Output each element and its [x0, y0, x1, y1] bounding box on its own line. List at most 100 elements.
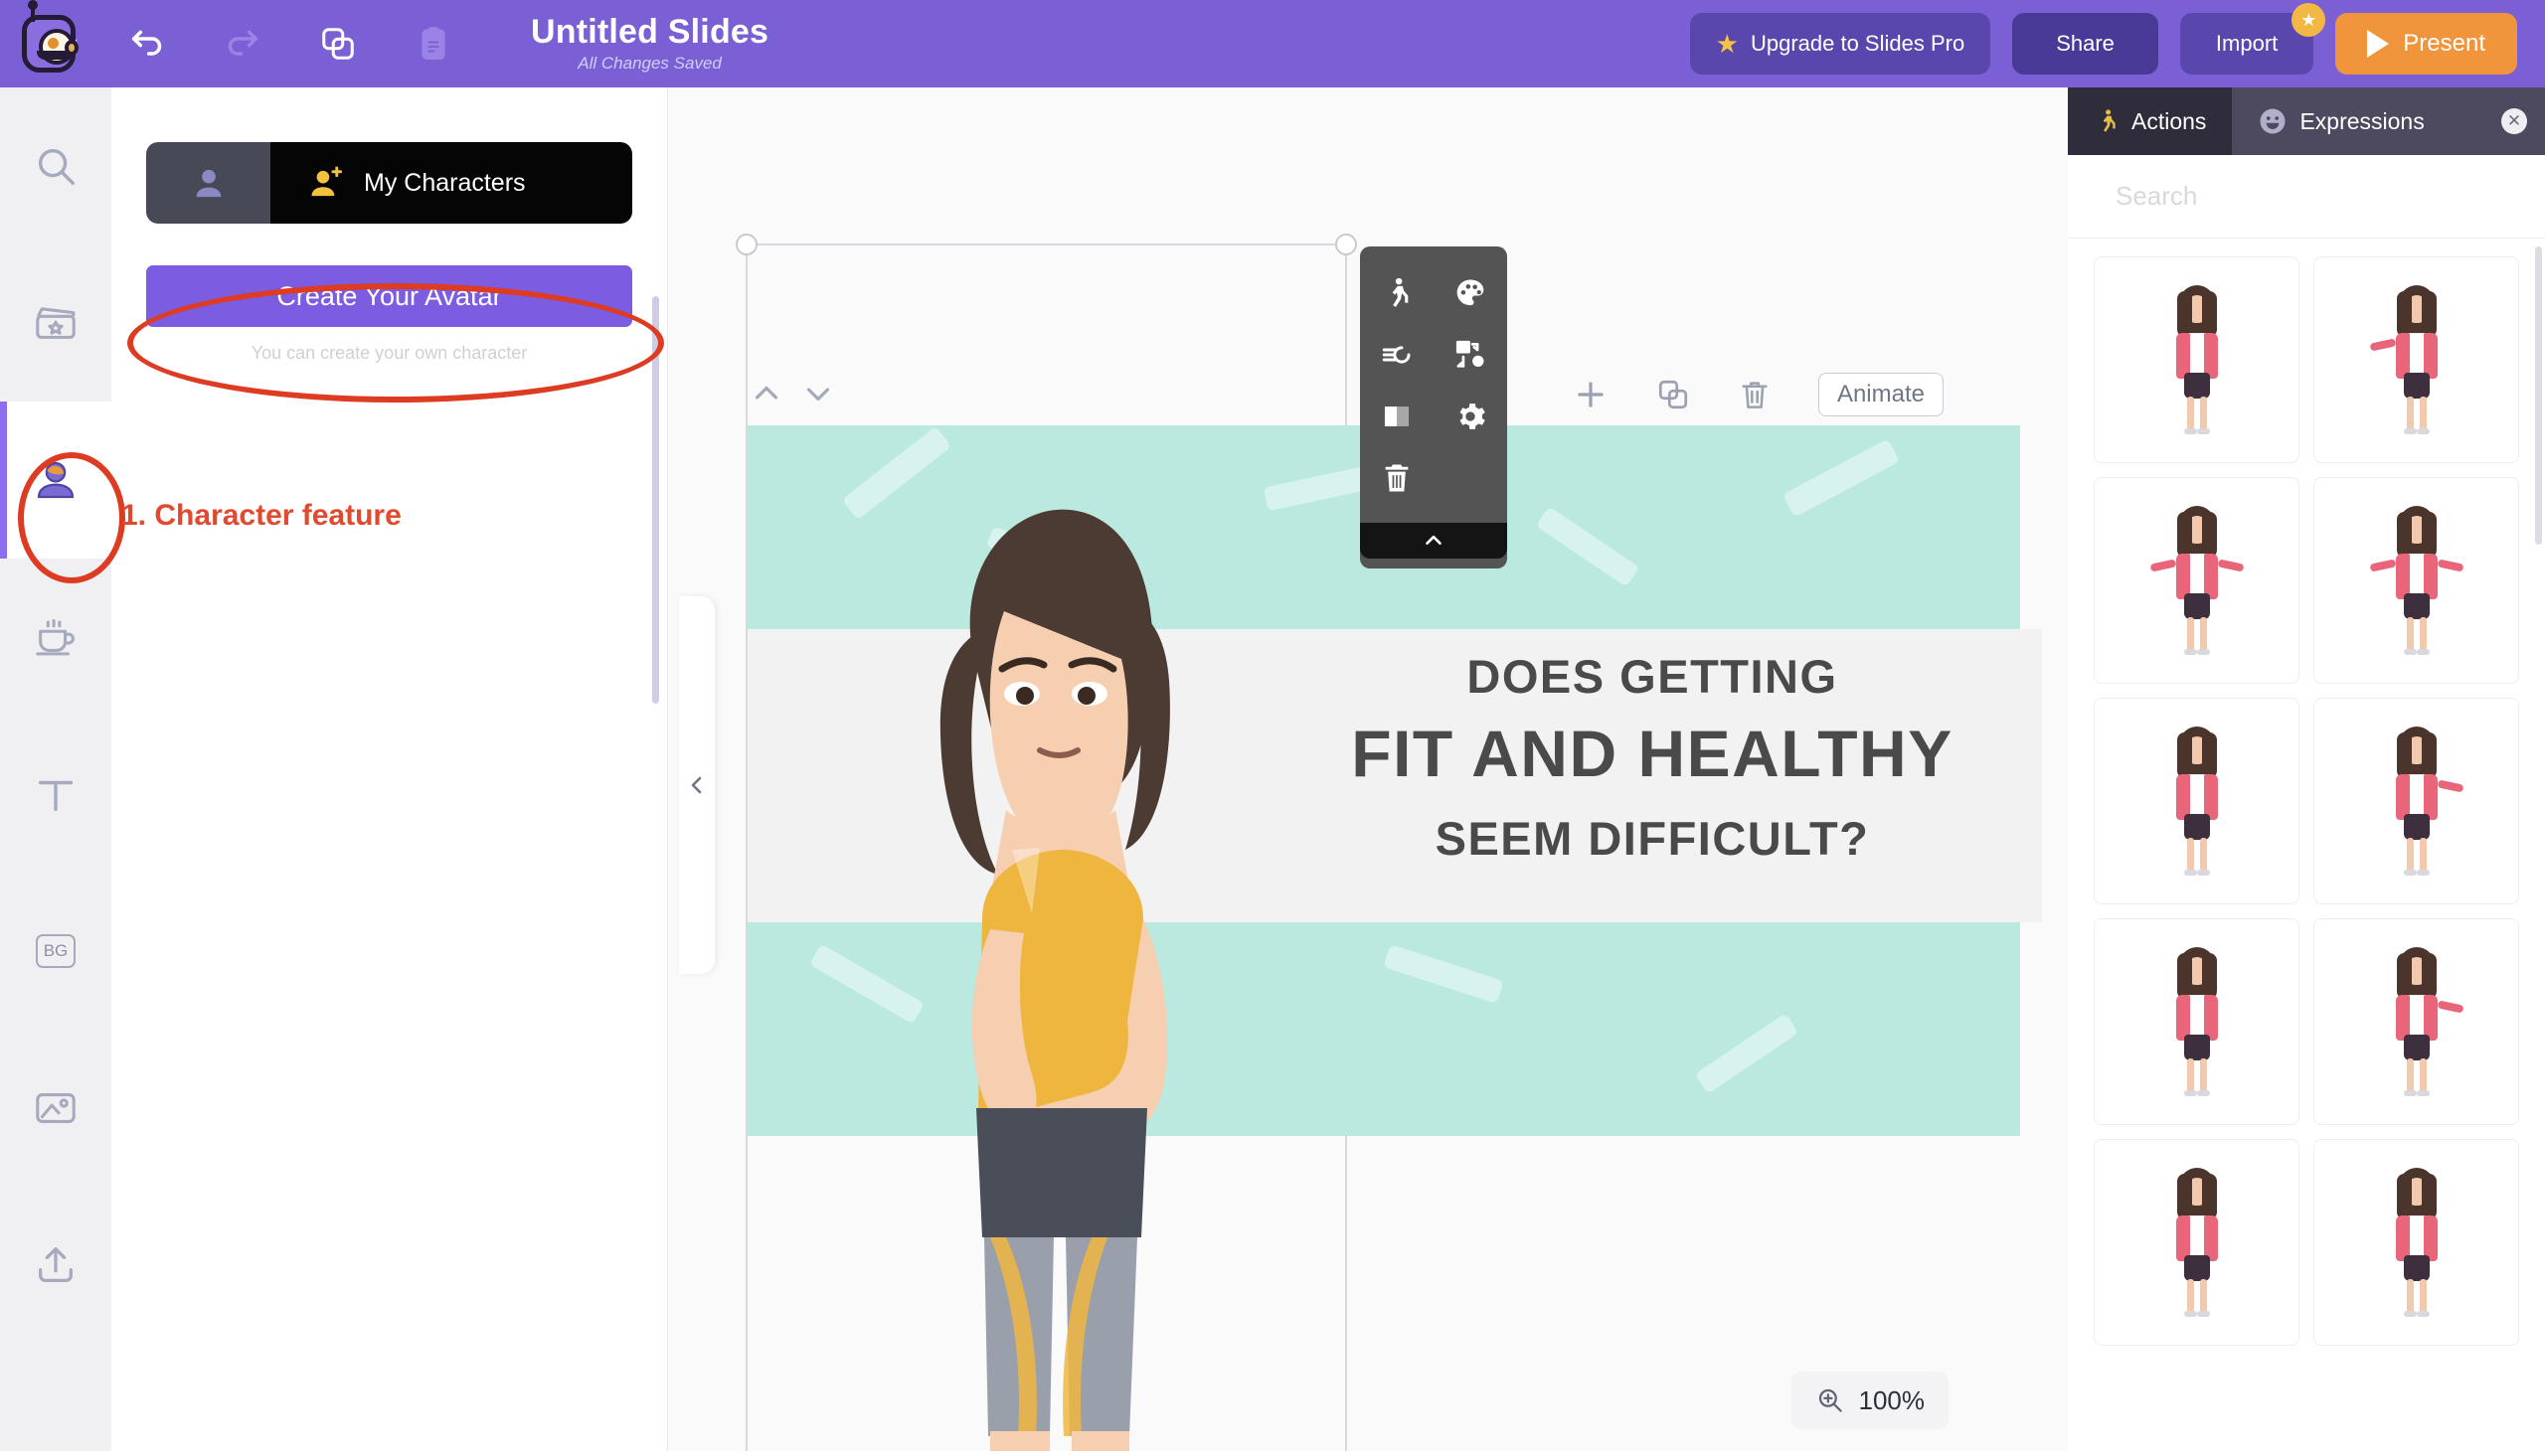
actions-grid [2068, 239, 2545, 1364]
trash-icon [1380, 461, 1414, 495]
duplicate-icon[interactable] [1655, 377, 1691, 412]
element-opacity-button[interactable] [1360, 386, 1434, 447]
sidebar-item-props[interactable] [0, 559, 111, 716]
redo-button[interactable] [195, 0, 290, 87]
document-title-block[interactable]: Untitled Slides All Changes Saved [531, 14, 768, 74]
swap-shapes-icon [1453, 338, 1487, 372]
walking-person-icon [2094, 108, 2120, 134]
clapperboard-icon [33, 300, 79, 346]
tab-avatar[interactable] [146, 142, 270, 224]
import-label: Import [2216, 31, 2278, 57]
zoom-level-label: 100% [1859, 1385, 1926, 1416]
sidebar-item-video[interactable] [0, 244, 111, 402]
tab-expressions[interactable]: Expressions [2232, 87, 2450, 155]
element-entry-effect-button[interactable] [1360, 324, 1434, 386]
action-card[interactable] [2094, 256, 2299, 463]
tab-my-characters-label: My Characters [364, 169, 526, 198]
undo-icon [127, 24, 167, 64]
zoom-control[interactable]: 100% [1791, 1372, 1950, 1429]
selection-handle-top-left[interactable] [736, 234, 758, 255]
element-actions-button[interactable] [1360, 262, 1434, 324]
trash-icon[interactable] [1737, 377, 1773, 412]
action-card[interactable] [2094, 698, 2299, 904]
upload-icon [33, 1242, 79, 1288]
selection-handle-top-right[interactable] [1335, 234, 1357, 255]
right-panel-tabs: Actions Expressions ✕ [2068, 87, 2545, 155]
tab-actions-label: Actions [2131, 108, 2206, 135]
slide-text-line2: FIT AND HEALTHY [1304, 716, 2000, 791]
gear-icon [1453, 400, 1487, 433]
tab-my-characters[interactable]: My Characters [270, 142, 632, 224]
person-plus-icon [306, 163, 346, 203]
annotation-ellipse-character-rail [18, 452, 125, 583]
action-card[interactable] [2313, 1139, 2519, 1346]
share-button[interactable]: Share [2012, 13, 2158, 75]
close-icon: ✕ [2501, 108, 2527, 134]
page-title: Untitled Slides [531, 14, 768, 51]
sidebar-item-background[interactable]: BG [0, 873, 111, 1030]
slide-edge-extension [2020, 629, 2042, 922]
undo-button[interactable] [99, 0, 195, 87]
element-swap-button[interactable] [1434, 324, 1507, 386]
action-card[interactable] [2313, 698, 2519, 904]
present-label: Present [2403, 30, 2485, 58]
action-card[interactable] [2094, 477, 2299, 684]
monster-logo-icon [22, 15, 76, 73]
slide-order-controls [748, 375, 837, 412]
close-right-panel-button[interactable]: ✕ [2501, 87, 2545, 155]
star-badge-icon: ★ [2291, 3, 2325, 37]
clipboard-button[interactable] [386, 0, 481, 87]
sidebar-item-search[interactable] [0, 87, 111, 244]
share-label: Share [2056, 31, 2115, 57]
plus-icon[interactable] [1572, 376, 1610, 413]
fitness-woman-illustration [895, 452, 1223, 1451]
image-icon [33, 1085, 79, 1131]
element-settings-button[interactable] [1434, 386, 1507, 447]
right-panel-scrollbar[interactable] [2535, 246, 2542, 545]
action-card[interactable] [2313, 477, 2519, 684]
character-thumbnail-waving [2388, 947, 2446, 1096]
contrast-half-icon [1380, 400, 1414, 433]
clipboard-icon [416, 26, 451, 62]
character-thumbnail-hands-up [2168, 506, 2226, 655]
app-logo-button[interactable]: ▾ [0, 0, 99, 87]
upgrade-label: Upgrade to Slides Pro [1751, 31, 1964, 57]
sidebar-item-text[interactable] [0, 716, 111, 873]
element-toolbar-spacer [1434, 447, 1507, 509]
smiley-face-icon [2258, 106, 2288, 136]
action-card[interactable] [2094, 1139, 2299, 1346]
action-card[interactable] [2094, 918, 2299, 1125]
animate-button[interactable]: Animate [1818, 373, 1944, 416]
zoom-in-icon [1815, 1385, 1845, 1415]
slide-text-block[interactable]: DOES GETTING FIT AND HEALTHY SEEM DIFFIC… [1304, 649, 2000, 866]
search-actions-input[interactable]: Search [2068, 155, 2545, 239]
sidebar-item-upload[interactable] [0, 1187, 111, 1344]
action-card[interactable] [2313, 918, 2519, 1125]
top-bar-actions: ★ Upgrade to Slides Pro Share Import ★ P… [1690, 13, 2545, 75]
element-delete-button[interactable] [1360, 447, 1434, 509]
bg-icon: BG [36, 934, 76, 968]
palette-icon [1453, 276, 1487, 310]
annotation-ellipse-create-avatar [127, 283, 664, 403]
element-color-button[interactable] [1434, 262, 1507, 324]
element-toolbar-collapse-button[interactable] [1360, 523, 1507, 559]
animate-label: Animate [1837, 381, 1925, 407]
sidebar-item-image[interactable] [0, 1030, 111, 1187]
chevron-up-icon[interactable] [748, 375, 785, 412]
action-card[interactable] [2313, 256, 2519, 463]
tab-actions[interactable]: Actions [2068, 87, 2232, 155]
person-icon [189, 163, 229, 203]
character-thumbnail-standing-side [2168, 727, 2226, 876]
search-icon [33, 143, 79, 189]
import-button-wrap: Import ★ [2180, 13, 2313, 75]
chevron-left-icon [685, 773, 709, 797]
duplicate-icon [319, 25, 357, 63]
canvas-character[interactable] [895, 452, 1223, 1451]
collapse-panel-button[interactable] [679, 596, 715, 974]
motion-enter-icon [1380, 338, 1414, 372]
present-button[interactable]: Present [2335, 13, 2517, 75]
chevron-down-icon[interactable] [799, 375, 837, 412]
duplicate-button[interactable] [290, 0, 386, 87]
character-thumbnail-holding-sign [2388, 506, 2446, 655]
upgrade-to-pro-button[interactable]: ★ Upgrade to Slides Pro [1690, 13, 1991, 75]
